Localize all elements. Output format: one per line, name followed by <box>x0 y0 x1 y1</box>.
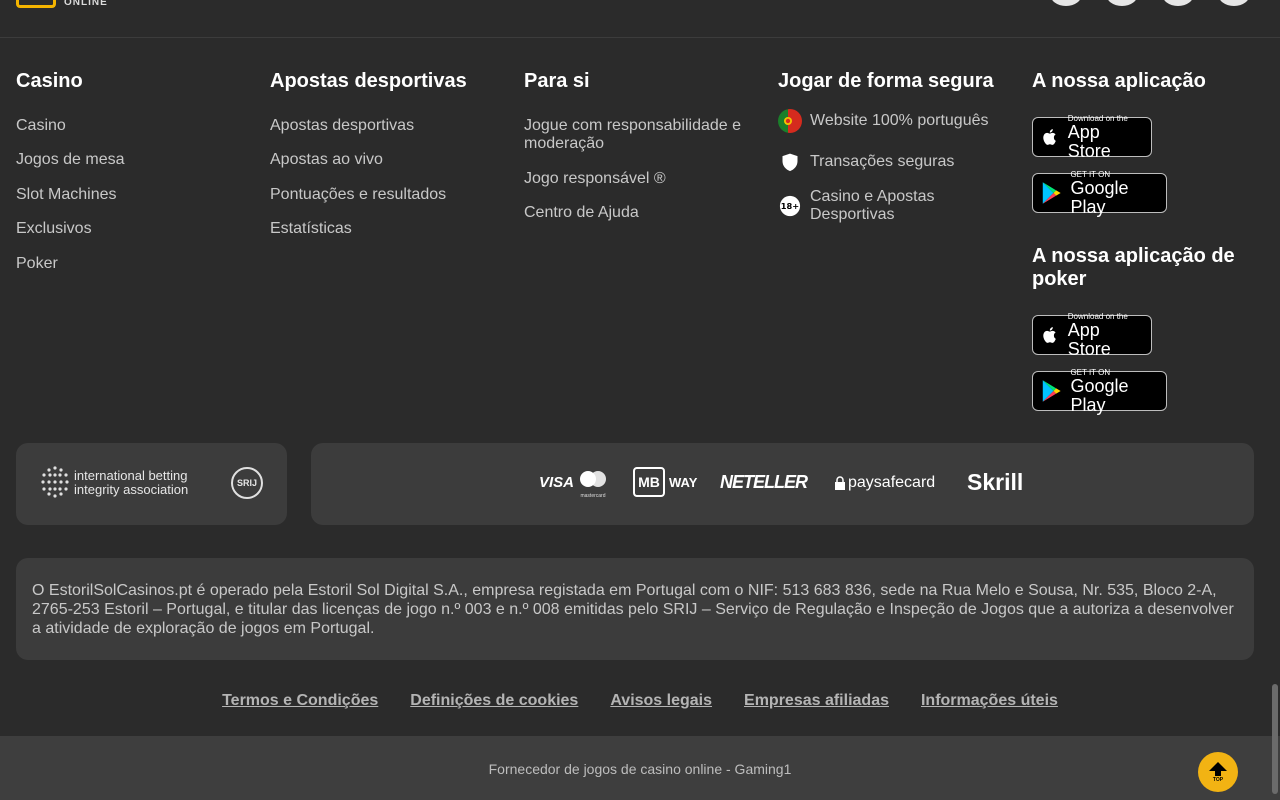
link-scores-results[interactable]: Pontuações e resultados <box>270 186 446 204</box>
google-play-button[interactable]: GET IT ON Google Play <box>1032 170 1167 216</box>
column-title: Apostas desportivas <box>270 70 467 92</box>
payment-methods-panel: VISA mastercard MB WAY NETELLER paysafec… <box>311 443 1254 525</box>
link-casino[interactable]: Casino <box>16 117 66 135</box>
apps-title: A nossa aplicação <box>1032 70 1206 92</box>
footer-column-apps: A nossa aplicação <box>1032 70 1272 93</box>
header-strip: ONLINE <box>0 0 1280 38</box>
mbway-text: WAY <box>669 475 698 490</box>
link-cookie-settings[interactable]: Definições de cookies <box>410 692 578 710</box>
logo-mark <box>16 0 56 8</box>
google-play-icon <box>1042 380 1061 402</box>
safe-item-transactions: Transações seguras <box>778 150 1008 174</box>
social-icon-4[interactable] <box>1218 0 1250 6</box>
poker-apps-title: A nossa aplicação de poker <box>1032 245 1235 290</box>
footer-column-safe-play: Jogar de forma segura <box>778 70 1018 93</box>
skrill-logo: Skrill <box>967 469 1024 495</box>
link-useful-info[interactable]: Informações úteis <box>921 692 1058 710</box>
mbway-logo: MB <box>633 467 665 497</box>
footer-links: Termos e Condições Definições de cookies… <box>0 692 1280 710</box>
link-statistics[interactable]: Estatísticas <box>270 220 352 238</box>
paysafecard-logo: paysafecard <box>835 474 935 492</box>
bottom-bar: Fornecedor de jogos de casino online - G… <box>0 736 1280 800</box>
facebook-icon[interactable] <box>1050 0 1082 6</box>
ibia-logo-icon <box>40 465 70 501</box>
arrow-up-icon <box>1209 761 1227 776</box>
footer-column-casino: Casino Casino Jogos de mesa Slot Machine… <box>16 70 256 272</box>
logo-subtitle: ONLINE <box>64 0 108 8</box>
column-title: Casino <box>16 70 83 92</box>
link-exclusives[interactable]: Exclusivos <box>16 220 92 238</box>
safe-item-age: 18+ Casino e Apostas Desportivas <box>778 188 1008 224</box>
poker-google-play-button[interactable]: GET IT ON Google Play <box>1032 368 1167 414</box>
safe-item-portuguese: Website 100% português <box>778 109 1008 133</box>
legal-text: O EstorilSolCasinos.pt é operado pela Es… <box>32 582 1234 637</box>
portugal-flag-icon <box>778 109 802 133</box>
link-legal-notices[interactable]: Avisos legais <box>610 692 712 710</box>
column-title: Para si <box>524 70 590 92</box>
safe-item-label: Transações seguras <box>810 153 955 170</box>
link-affiliated-companies[interactable]: Empresas afiliadas <box>744 692 889 710</box>
partners-panel: international betting integrity associati… <box>16 443 287 525</box>
column-title: Jogar de forma segura <box>778 70 994 92</box>
safe-item-label: Casino e Apostas Desportivas <box>810 188 935 223</box>
neteller-logo: NETELLER <box>720 472 808 492</box>
link-responsible-gaming[interactable]: Jogo responsável ® <box>524 170 666 188</box>
ibia-logo-text: international betting integrity associati… <box>74 468 189 497</box>
link-responsible-play[interactable]: Jogue com responsabilidade e moderação <box>524 117 749 153</box>
footer-column-for-you: Para si Jogue com responsabilidade e mod… <box>524 70 764 221</box>
link-poker[interactable]: Poker <box>16 255 58 273</box>
srij-logo: SRIJ <box>231 467 263 499</box>
scroll-to-top-button[interactable]: TOP <box>1198 752 1238 792</box>
legal-info-panel: O EstorilSolCasinos.pt é operado pela Es… <box>16 558 1254 660</box>
footer-column-sports: Apostas desportivas Apostas desportivas … <box>270 70 510 237</box>
app-store-button[interactable]: Download on the App Store <box>1032 114 1152 160</box>
svg-text:18+: 18+ <box>781 201 799 211</box>
link-sports-betting[interactable]: Apostas desportivas <box>270 117 414 135</box>
brand-logo[interactable]: ONLINE <box>16 0 108 8</box>
safe-item-label: Website 100% português <box>810 112 989 129</box>
visa-logo: VISA <box>539 474 575 491</box>
apple-icon <box>1043 129 1056 145</box>
provider-text: Fornecedor de jogos de casino online - G… <box>488 761 792 777</box>
link-terms[interactable]: Termos e Condições <box>222 692 378 710</box>
apple-icon <box>1043 327 1056 343</box>
link-table-games[interactable]: Jogos de mesa <box>16 151 125 169</box>
link-slot-machines[interactable]: Slot Machines <box>16 186 117 204</box>
page-scrollbar[interactable] <box>1272 684 1278 794</box>
google-play-icon <box>1042 182 1061 204</box>
age-18-icon: 18+ <box>778 194 802 218</box>
social-icon-3[interactable] <box>1162 0 1194 6</box>
link-live-betting[interactable]: Apostas ao vivo <box>270 151 383 169</box>
mastercard-logo: mastercard <box>578 469 608 499</box>
social-icon-2[interactable] <box>1106 0 1138 6</box>
link-help-center[interactable]: Centro de Ajuda <box>524 204 639 222</box>
poker-app-store-button[interactable]: Download on the App Store <box>1032 312 1152 358</box>
shield-icon <box>778 150 802 174</box>
